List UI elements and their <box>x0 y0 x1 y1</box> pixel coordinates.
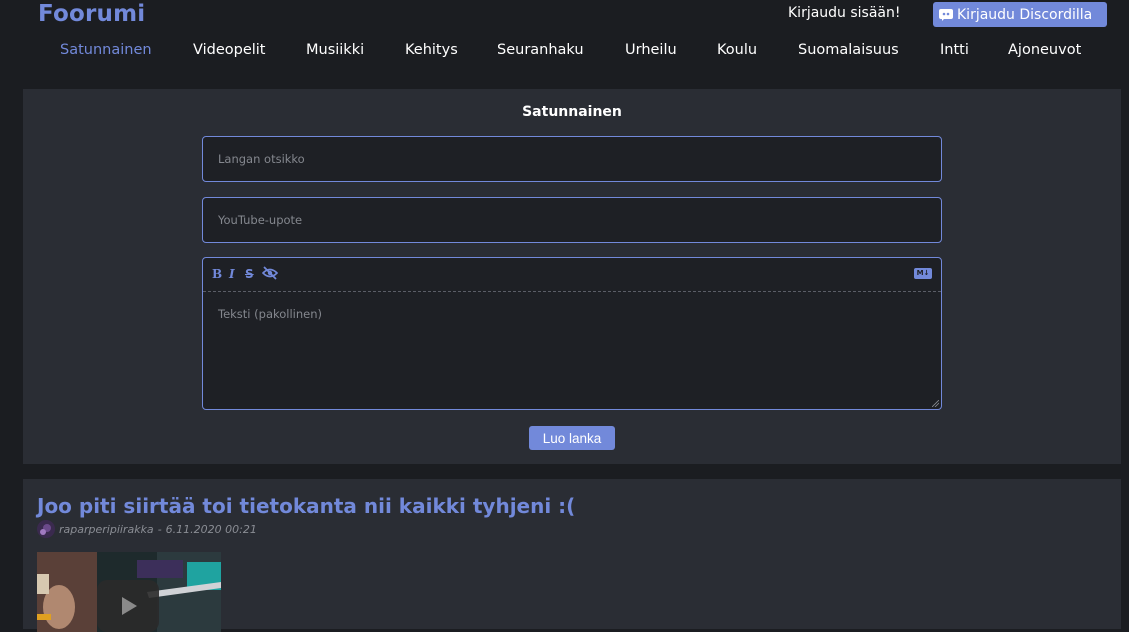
thread-date: 6.11.2020 00:21 <box>165 522 257 536</box>
login-link[interactable]: Kirjaudu sisään! <box>788 5 901 21</box>
editor-toolbar: B I S M↓ <box>203 258 941 292</box>
resize-handle-icon[interactable] <box>932 400 939 407</box>
discord-icon <box>939 8 953 21</box>
thread-meta: raparperipiirakka - 6.11.2020 00:21 <box>37 520 257 538</box>
nav-item-suomalaisuus[interactable]: Suomalaisuus <box>798 42 899 58</box>
nav-item-koulu[interactable]: Koulu <box>717 42 757 58</box>
site-logo[interactable]: Foorumi <box>38 1 145 27</box>
nav-item-intti[interactable]: Intti <box>940 42 969 58</box>
nav-item-musiikki[interactable]: Musiikki <box>306 42 364 58</box>
video-thumbnail[interactable] <box>37 552 221 632</box>
discord-login-button[interactable]: Kirjaudu Discordilla <box>933 2 1107 27</box>
thread-card: Joo piti siirtää toi tietokanta nii kaik… <box>23 479 1121 632</box>
panel-title: Satunnainen <box>522 104 622 120</box>
nav-item-ajoneuvot[interactable]: Ajoneuvot <box>1008 42 1081 58</box>
create-thread-button[interactable]: Luo lanka <box>529 426 615 450</box>
thread-title[interactable]: Joo piti siirtää toi tietokanta nii kaik… <box>37 494 575 518</box>
meta-separator: - <box>157 522 162 536</box>
nav-item-seuranhaku[interactable]: Seuranhaku <box>497 42 584 58</box>
category-nav: Satunnainen Videopelit Musiikki Kehitys … <box>0 42 1129 64</box>
markdown-icon[interactable]: M↓ <box>914 268 932 279</box>
youtube-embed-input[interactable] <box>202 197 942 243</box>
header: Foorumi Kirjaudu sisään! Kirjaudu Discor… <box>0 0 1129 72</box>
discord-login-label: Kirjaudu Discordilla <box>957 6 1093 23</box>
avatar <box>37 520 55 538</box>
nav-item-urheilu[interactable]: Urheilu <box>625 42 677 58</box>
italic-button[interactable]: I <box>229 267 235 281</box>
create-thread-panel: Satunnainen B I S M↓ Luo lanka <box>23 89 1121 464</box>
nav-item-videopelit[interactable]: Videopelit <box>193 42 266 58</box>
eye-slash-icon[interactable] <box>262 266 278 280</box>
thread-text-input[interactable] <box>203 293 941 409</box>
text-editor: B I S M↓ <box>202 257 942 410</box>
strikethrough-button[interactable]: S <box>245 267 254 281</box>
nav-item-satunnainen[interactable]: Satunnainen <box>60 42 152 58</box>
thread-title-input[interactable] <box>202 136 942 182</box>
thread-author[interactable]: raparperipiirakka <box>59 523 154 536</box>
nav-item-kehitys[interactable]: Kehitys <box>405 42 458 58</box>
bold-button[interactable]: B <box>212 267 222 281</box>
